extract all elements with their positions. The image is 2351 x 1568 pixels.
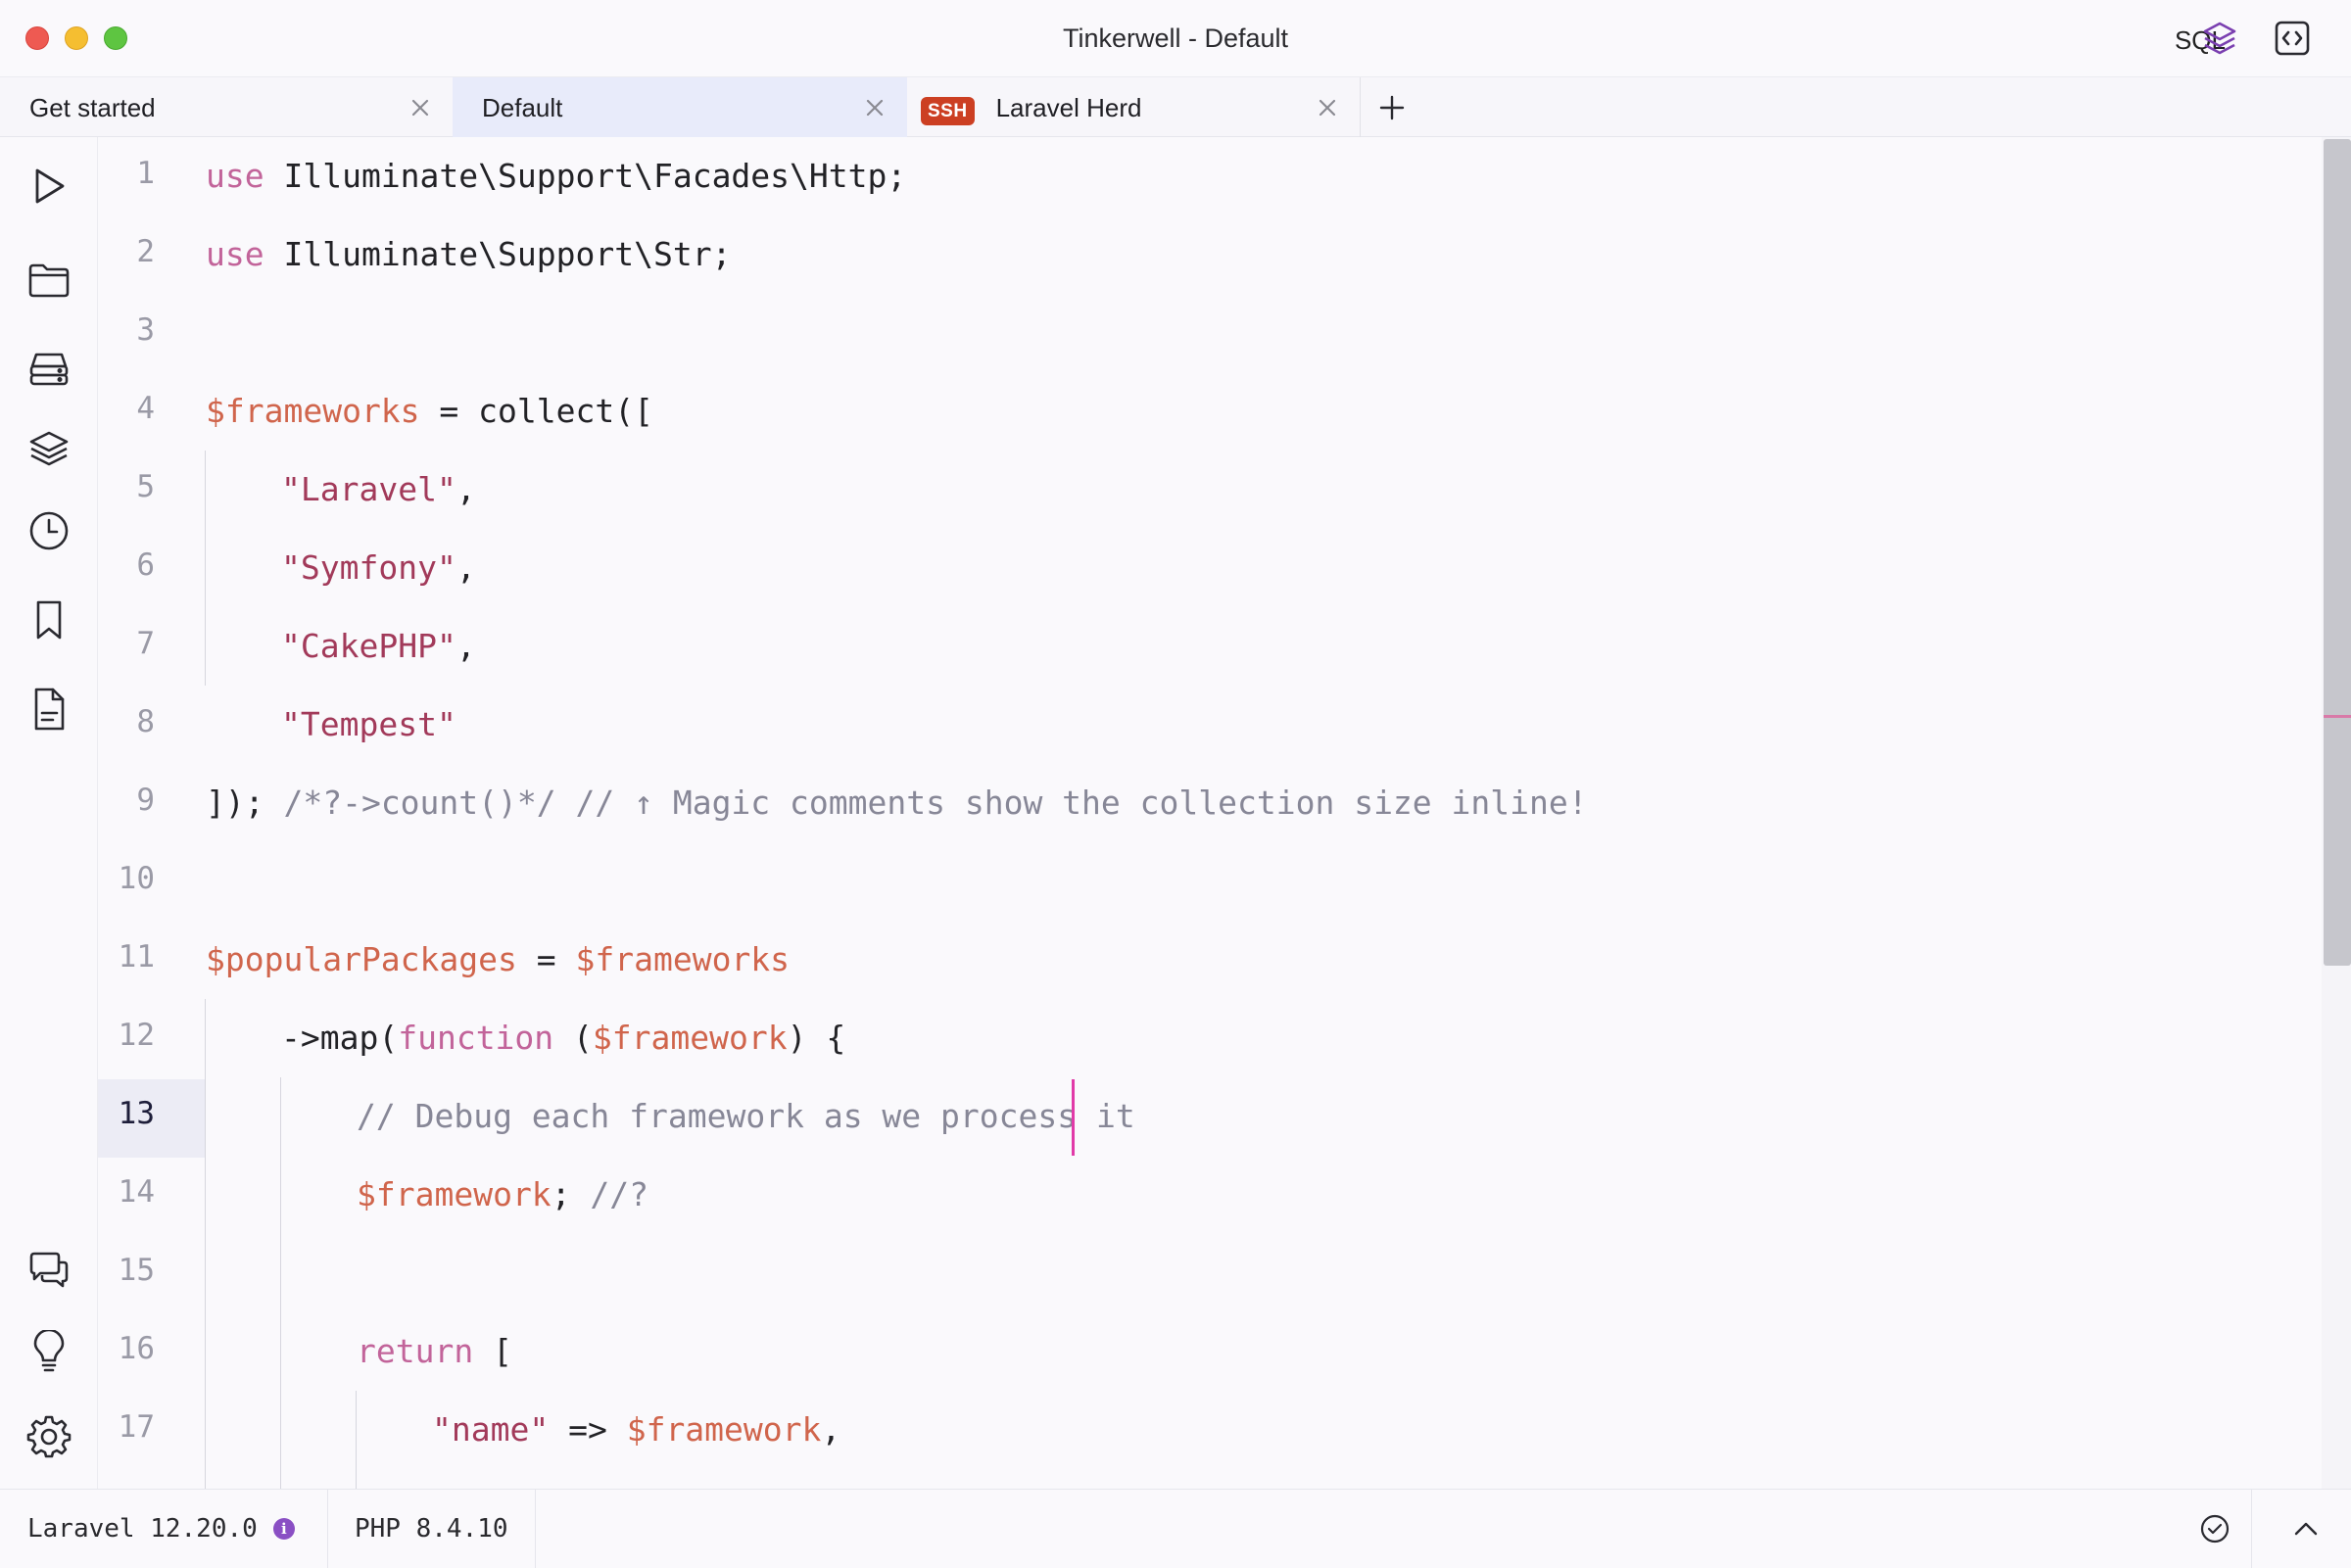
line-number: 12 <box>118 1018 155 1053</box>
gear-icon[interactable] <box>22 1408 76 1463</box>
line-number-current: 13 <box>118 1096 155 1131</box>
bookmark-icon[interactable] <box>22 593 76 647</box>
indent-guide <box>356 1391 357 1489</box>
scrollbar-marker <box>2324 715 2351 718</box>
close-icon[interactable] <box>408 95 433 120</box>
line-number: 5 <box>136 469 155 504</box>
play-icon[interactable] <box>22 159 76 214</box>
status-bar: Laravel 12.20.0 i PHP 8.4.10 <box>0 1489 2351 1568</box>
tab-laravel-herd[interactable]: SSH Laravel Herd <box>907 77 1360 138</box>
php-version: PHP 8.4.10 <box>355 1514 508 1544</box>
info-icon[interactable]: i <box>272 1518 295 1540</box>
tab-default[interactable]: Default <box>453 77 907 138</box>
code-line: "CakePHP", <box>281 627 476 665</box>
status-divider <box>2251 1490 2252 1568</box>
tab-bar: Get started Default SSH Laravel Herd <box>0 76 2351 138</box>
clock-icon[interactable] <box>22 503 76 558</box>
code-line: "Tempest" <box>281 705 456 743</box>
line-number: 4 <box>136 391 155 426</box>
line-number: 9 <box>136 783 155 818</box>
code-line: $popularPackages = $frameworks <box>206 940 791 978</box>
code-line: use Illuminate\Support\Str; <box>206 235 732 273</box>
code-line-current: // Debug each framework as we process it <box>357 1097 1135 1135</box>
database-icon[interactable] <box>22 341 76 396</box>
tab-get-started[interactable]: Get started <box>0 77 453 138</box>
indent-guide <box>280 1077 281 1489</box>
code-editor[interactable]: 1 2 3 4 5 6 7 8 9 10 11 12 13 14 15 16 1… <box>98 137 2322 1489</box>
document-icon[interactable] <box>22 682 76 736</box>
code-line: "Symfony", <box>281 548 476 587</box>
line-number: 6 <box>136 547 155 583</box>
text-cursor <box>1072 1079 1075 1156</box>
php-version-segment[interactable]: PHP 8.4.10 <box>355 1490 508 1568</box>
code-line: "Laravel", <box>281 470 476 508</box>
sidebar <box>0 137 98 1489</box>
indent-guide <box>205 451 206 686</box>
check-circle-icon[interactable] <box>2198 1490 2231 1568</box>
code-line: "name" => $framework, <box>432 1410 841 1449</box>
scrollbar-thumb[interactable] <box>2324 139 2351 966</box>
add-tab-button[interactable] <box>1360 77 1422 138</box>
code-line: $framework; //? <box>357 1175 649 1213</box>
code-line: ]); /*?->count()*/ // ↑ Magic comments s… <box>206 784 1588 822</box>
ssh-badge: SSH <box>921 96 975 125</box>
lightbulb-icon[interactable] <box>22 1326 76 1381</box>
line-number: 14 <box>118 1174 155 1210</box>
layers-icon[interactable] <box>2198 17 2241 60</box>
window-title: Tinkerwell - Default <box>1062 24 1289 53</box>
layers-icon[interactable] <box>22 421 76 476</box>
code-line: return [ <box>357 1332 512 1370</box>
indent-guide <box>205 999 206 1489</box>
close-icon[interactable] <box>862 95 888 120</box>
title-bar: Tinkerwell - Default SQL <box>0 0 2351 76</box>
line-number: 15 <box>118 1253 155 1288</box>
chat-icon[interactable] <box>22 1243 76 1298</box>
line-number: 8 <box>136 704 155 739</box>
tab-label: Get started <box>29 92 156 122</box>
code-view-icon[interactable] <box>2271 17 2314 60</box>
code-line: ->map(function ($framework) { <box>281 1019 846 1057</box>
line-number: 3 <box>136 312 155 348</box>
status-divider <box>535 1490 536 1568</box>
line-number: 2 <box>136 234 155 269</box>
chevron-up-icon[interactable] <box>2290 1490 2322 1568</box>
close-icon[interactable] <box>1315 95 1340 120</box>
laravel-version-segment[interactable]: Laravel 12.20.0 i <box>27 1490 295 1568</box>
line-number: 7 <box>136 626 155 661</box>
plus-icon <box>1379 95 1404 120</box>
folder-icon[interactable] <box>22 253 76 308</box>
tab-label: Default <box>482 92 563 122</box>
tab-label: Laravel Herd <box>995 92 1142 122</box>
code-line: use Illuminate\Support\Facades\Http; <box>206 157 907 195</box>
line-number: 1 <box>136 156 155 191</box>
line-number: 16 <box>118 1331 155 1366</box>
line-number: 10 <box>118 861 155 896</box>
line-number: 11 <box>118 939 155 974</box>
laravel-version: Laravel 12.20.0 <box>27 1514 258 1544</box>
line-number: 17 <box>118 1409 155 1445</box>
code-line: $frameworks = collect([ <box>206 392 653 430</box>
status-divider <box>327 1490 328 1568</box>
